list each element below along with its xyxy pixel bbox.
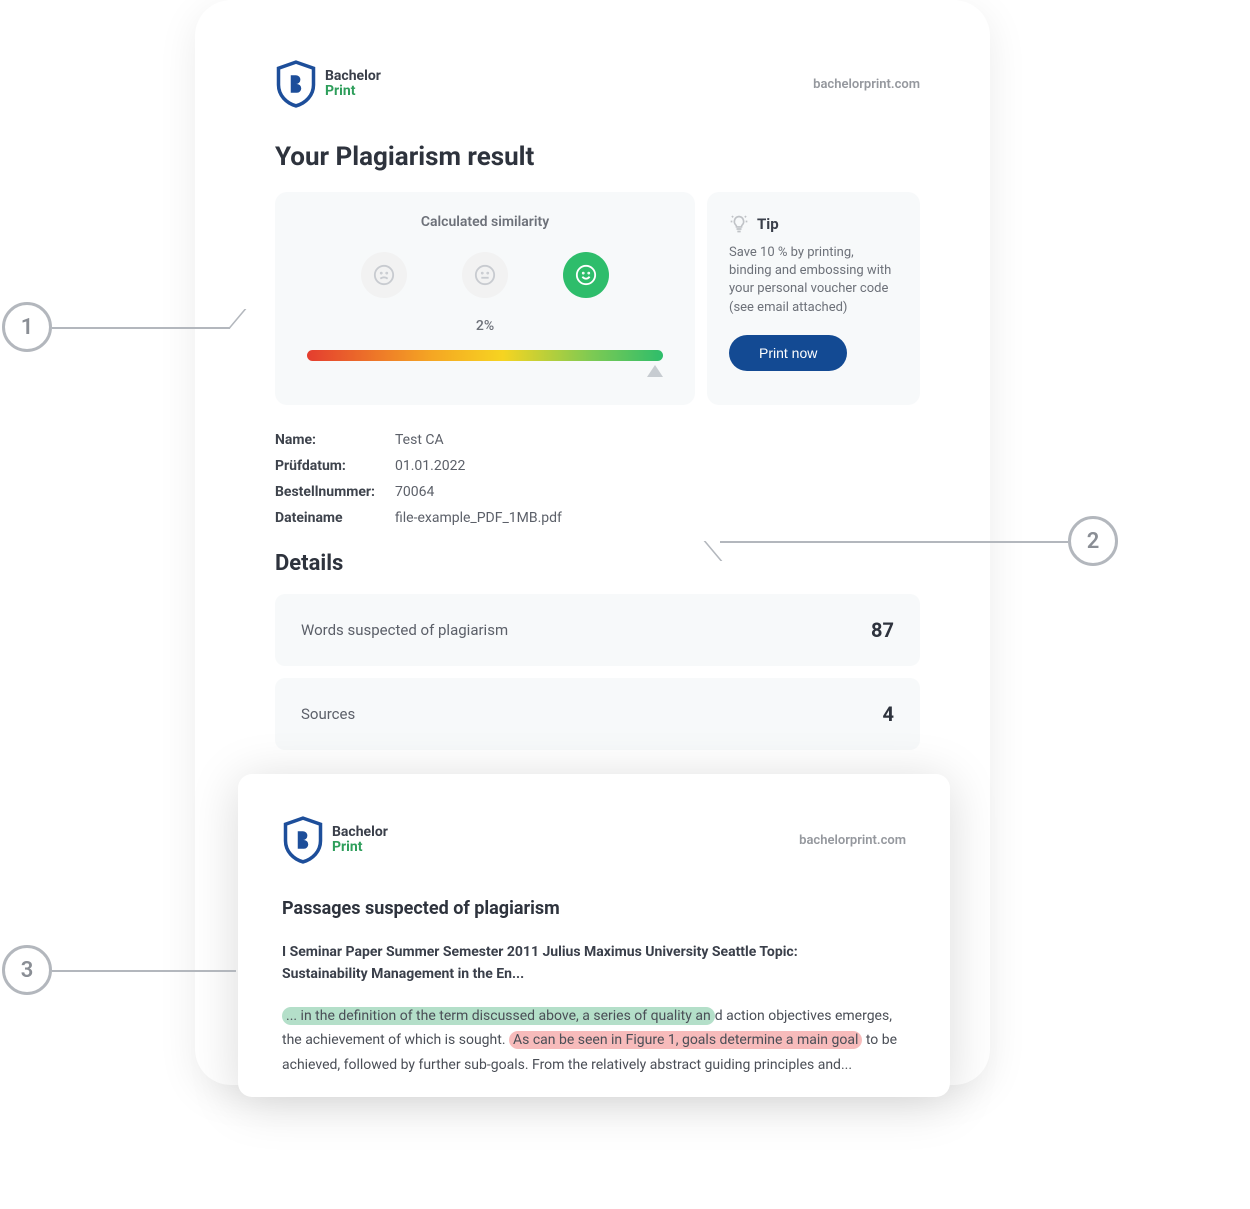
brand-name-line2: Print [325, 84, 381, 99]
stat-sources: Sources 4 [275, 678, 920, 750]
annotation-connector-3 [52, 970, 236, 972]
site-url-2: bachelorprint.com [799, 833, 906, 848]
print-now-button[interactable]: Print now [729, 335, 847, 371]
meta-value-file: file-example_PDF_1MB.pdf [395, 510, 562, 526]
tip-heading: Tip [757, 215, 779, 233]
meta-value-date: 01.01.2022 [395, 458, 465, 474]
annotation-badge-3: 3 [2, 945, 52, 995]
annotation-connector-1 [52, 327, 230, 329]
brand-name-2: Bachelor Print [332, 825, 388, 854]
annotation-badge-2: 2 [1068, 516, 1118, 566]
seminar-info: I Seminar Paper Summer Semester 2011 Jul… [282, 941, 906, 986]
similarity-gradient-bar [307, 350, 663, 361]
meta-label-file: Dateiname [275, 510, 395, 526]
similarity-marker-icon [647, 365, 663, 377]
meta-value-name: Test CA [395, 432, 444, 448]
meta-value-order: 70064 [395, 484, 434, 500]
details-heading: Details [275, 551, 920, 576]
stat-words-value: 87 [871, 618, 894, 642]
meta-row-file: Dateiname file-example_PDF_1MB.pdf [275, 505, 920, 531]
passages-card: Bachelor Print bachelorprint.com Passage… [238, 774, 950, 1097]
meta-row-name: Name: Test CA [275, 427, 920, 453]
tip-text: Save 10 % by printing, binding and embos… [729, 244, 898, 317]
tip-heading-row: Tip [729, 214, 898, 234]
stat-words-label: Words suspected of plagiarism [301, 621, 508, 639]
face-sad-icon [361, 252, 407, 298]
logo-shield-icon [275, 60, 317, 108]
meta-row-order: Bestellnummer: 70064 [275, 479, 920, 505]
logo-shield-icon [282, 816, 324, 864]
tip-panel: Tip Save 10 % by printing, binding and e… [707, 192, 920, 405]
brand-name-line1: Bachelor [325, 68, 381, 84]
seminar-line2: Sustainability Management in the En... [282, 966, 524, 982]
excerpt-text: ... in the definition of the term discus… [282, 1004, 906, 1078]
excerpt-highlight-green: ... in the definition of the term discus… [282, 1007, 715, 1025]
meta-table: Name: Test CA Prüfdatum: 01.01.2022 Best… [275, 427, 920, 531]
lightbulb-icon [729, 214, 749, 234]
similarity-marker-row [307, 365, 663, 383]
brand-name2-line2: Print [332, 840, 388, 855]
report-header: Bachelor Print bachelorprint.com [275, 60, 920, 108]
summary-panels: Calculated similarity [275, 192, 920, 405]
similarity-percent: 2% [301, 318, 669, 334]
similarity-label: Calculated similarity [301, 214, 669, 230]
brand-name: Bachelor Print [325, 69, 381, 98]
face-happy-icon [563, 252, 609, 298]
excerpt-highlight-red: As can be seen in Figure 1, goals determ… [509, 1031, 862, 1049]
meta-label-date: Prüfdatum: [275, 458, 395, 474]
passages-header: Bachelor Print bachelorprint.com [282, 816, 906, 864]
stat-sources-value: 4 [883, 702, 894, 726]
annotation-connector-2 [720, 541, 1068, 543]
page-title: Your Plagiarism result [275, 142, 920, 172]
meta-label-order: Bestellnummer: [275, 484, 395, 500]
similarity-panel: Calculated similarity [275, 192, 695, 405]
brand-logo-2: Bachelor Print [282, 816, 388, 864]
passages-heading: Passages suspected of plagiarism [282, 898, 906, 919]
meta-label-name: Name: [275, 432, 395, 448]
seminar-line1: I Seminar Paper Summer Semester 2011 Jul… [282, 944, 798, 960]
brand-logo: Bachelor Print [275, 60, 381, 108]
meta-row-date: Prüfdatum: 01.01.2022 [275, 453, 920, 479]
stat-words-suspected: Words suspected of plagiarism 87 [275, 594, 920, 666]
brand-name2-line1: Bachelor [332, 824, 388, 840]
site-url: bachelorprint.com [813, 77, 920, 92]
annotation-badge-1: 1 [2, 302, 52, 352]
stat-sources-label: Sources [301, 705, 355, 723]
mood-faces [301, 252, 669, 298]
face-neutral-icon [462, 252, 508, 298]
